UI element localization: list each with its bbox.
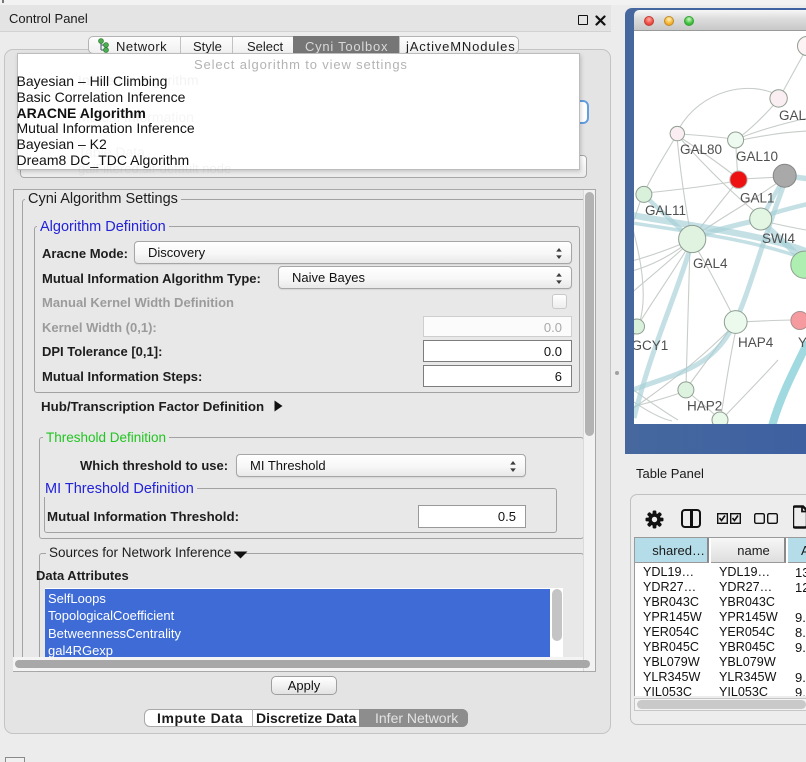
svg-text:SWI4: SWI4 <box>762 231 795 246</box>
svg-text:GAL2: GAL2 <box>779 108 806 123</box>
svg-text:GAL11: GAL11 <box>645 203 686 218</box>
svg-text:HAP2: HAP2 <box>687 399 722 414</box>
svg-text:GAL4: GAL4 <box>693 256 728 271</box>
svg-text:GAL1: GAL1 <box>740 191 775 206</box>
svg-text:Y: Y <box>798 335 806 350</box>
svg-text:GAL80: GAL80 <box>680 142 722 157</box>
svg-text:HAP4: HAP4 <box>738 335 774 350</box>
svg-text:GCY1: GCY1 <box>634 338 668 353</box>
svg-text:GAL10: GAL10 <box>736 149 778 164</box>
